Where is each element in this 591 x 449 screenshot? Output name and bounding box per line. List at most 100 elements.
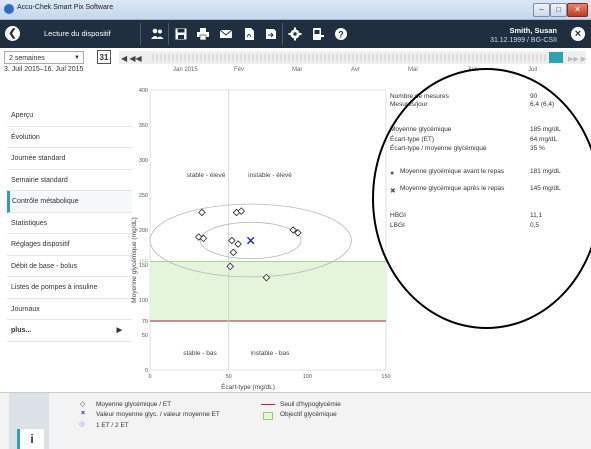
sidebar-item-controle-metabolique[interactable]: Contrôle métabolique: [7, 191, 132, 213]
y-tick-label: 400: [139, 88, 148, 94]
date-range: 3. Juil 2015–16. Juil 2015: [4, 66, 84, 73]
help-icon[interactable]: ?: [334, 27, 348, 41]
sidebar-item-evolution[interactable]: Évolution: [7, 127, 132, 148]
toolbar-divider: [282, 23, 283, 45]
triangle-right-icon: ▶: [116, 327, 122, 334]
users-icon[interactable]: [150, 27, 164, 41]
ellipse-icon: ◎: [79, 421, 86, 428]
target-swatch: [263, 412, 273, 420]
sidebar-item-label: Aperçu: [11, 112, 34, 119]
legend-ellipses: 1 ET / 2 ET: [96, 422, 129, 429]
info-icon[interactable]: i: [17, 429, 44, 449]
x-tick-label: 100: [303, 374, 312, 380]
sidebar-item-plus[interactable]: plus... ▶: [7, 320, 132, 342]
maximize-button[interactable]: □: [550, 3, 567, 17]
report-sidebar: Aperçu Évolution Journée standard Semain…: [7, 105, 132, 342]
sidebar-item-debit-de-base-bolus[interactable]: Débit de base - bolus: [7, 256, 132, 277]
x-tick-label: 0: [148, 374, 151, 380]
y-tick-label: 70: [142, 319, 148, 325]
settings-icon[interactable]: [288, 27, 302, 41]
email-icon[interactable]: [219, 27, 233, 41]
svg-text:?: ?: [338, 29, 344, 39]
quadrant-label-bottom-left: stable - bas: [183, 350, 217, 357]
sidebar-item-label: Listes de pompes à insuline: [11, 284, 98, 291]
sidebar-item-label: Réglages dispositif: [11, 241, 70, 248]
y-axis-ticks: 05010015020025030035040070155: [139, 88, 148, 374]
timeline-forward-icon[interactable]: ▶▶ ▶: [568, 56, 586, 63]
screen-title: Lecture du dispositif: [44, 29, 111, 38]
legend-mean-sd: Moyenne glycémique / ET: [96, 401, 172, 408]
sidebar-item-label: Débit de base - bolus: [11, 262, 78, 270]
sidebar-item-statistiques[interactable]: Statistiques: [7, 213, 132, 234]
target-range-band: [150, 261, 386, 321]
timeline-month: Mai: [408, 67, 418, 73]
x-axis-label: Écart-type (mg/dL): [221, 382, 275, 391]
save-icon[interactable]: [174, 27, 188, 41]
close-icon: ×: [574, 28, 582, 40]
chart-legend: i ◇ Moyenne glycémique / ET × Valeur moy…: [0, 392, 591, 449]
legend-target: Objectif glycémique: [280, 411, 337, 418]
device-icon[interactable]: [311, 27, 325, 41]
sidebar-item-journaux[interactable]: Journaux: [7, 299, 132, 320]
arrow-left-icon: ❮: [8, 28, 17, 39]
window-close-button[interactable]: ✕: [567, 3, 588, 17]
timeline-back-icon[interactable]: ◀ ◀◀: [121, 54, 143, 63]
quadrant-label-top-right: instable - élevé: [248, 172, 292, 179]
timeline-ticks: [152, 54, 546, 61]
close-report-button[interactable]: ×: [571, 27, 585, 41]
sidebar-item-semaine-standard[interactable]: Semaine standard: [7, 170, 132, 191]
cross-icon: ×: [81, 410, 86, 417]
y-tick-label: 155: [139, 260, 148, 266]
diamond-icon: ◇: [80, 401, 86, 408]
calendar-button[interactable]: 31: [97, 50, 111, 64]
main-toolbar: ❮ Lecture du dispositif ? Smith, Susan 3…: [0, 20, 591, 48]
pdf-icon[interactable]: [242, 27, 256, 41]
svg-text:◀ ◀◀: ◀ ◀◀: [121, 54, 143, 63]
timeline-month: Juil: [528, 67, 538, 73]
chevron-down-icon: ▼: [74, 55, 80, 61]
sidebar-item-journee-standard[interactable]: Journée standard: [7, 148, 132, 170]
y-tick-label: 350: [139, 123, 148, 129]
y-tick-label: 100: [139, 298, 148, 304]
x-axis-ticks: 0 50 100 150: [148, 374, 390, 380]
timeline-scrubber[interactable]: ◀ ◀◀ ▶▶ ▶: [119, 51, 586, 64]
sidebar-item-apercu[interactable]: Aperçu: [7, 105, 132, 127]
navigation-row: 2 semaines ▼ 31 ◀ ◀◀ ▶▶ ▶: [0, 50, 591, 65]
quadrant-label-top-left: stable - élevé: [187, 172, 226, 179]
export-icon[interactable]: [264, 27, 278, 41]
sidebar-item-listes-pompes[interactable]: Listes de pompes à insuline: [7, 277, 132, 299]
sidebar-item-label: Contrôle métabolique: [12, 198, 79, 205]
app-logo-icon: [4, 4, 14, 14]
metabolic-control-chart: 05010015020025030035040070155 0 50 100 150 …: [131, 88, 391, 391]
back-button[interactable]: ❮: [5, 26, 20, 41]
sidebar-item-label: Semaine standard: [11, 176, 68, 184]
sidebar-item-label: Journaux: [11, 305, 40, 313]
annotation-oval: [372, 68, 591, 329]
period-select[interactable]: 2 semaines ▼: [4, 51, 84, 64]
sidebar-item-label: Évolution: [11, 133, 40, 141]
sidebar-item-reglages-dispositif[interactable]: Réglages dispositif: [7, 234, 132, 256]
plot-area: [149, 89, 387, 371]
timeline-month: Jan 2015: [173, 67, 198, 73]
y-axis-label: Moyenne glycémique (mg/dL): [131, 217, 138, 303]
legend-hypo: Seuil d'hypoglycémie: [280, 401, 341, 408]
sidebar-item-label: Journée standard: [11, 155, 66, 162]
sidebar-item-label: Statistiques: [11, 219, 48, 227]
print-icon[interactable]: [196, 27, 210, 41]
calendar-icon: 31: [99, 53, 109, 62]
timeline-month: Avr: [351, 67, 360, 73]
timeline-month: Mar: [292, 67, 303, 73]
legend-mean-value: Valeur moyenne glyc. / valeur moyenne ET: [96, 411, 220, 418]
y-tick-label: 50: [142, 333, 148, 339]
y-tick-label: 300: [139, 158, 148, 164]
timeline-selection[interactable]: [549, 52, 563, 63]
y-tick-label: 200: [139, 228, 148, 234]
minimize-button[interactable]: –: [533, 3, 550, 17]
quadrant-label-bottom-right: instable - bas: [251, 350, 290, 357]
toolbar-divider: [168, 23, 169, 45]
toolbar-divider: [140, 23, 141, 45]
timeline-month: Fév: [234, 67, 245, 73]
window-titlebar: Accu-Chek Smart Pix Software – □ ✕: [0, 0, 591, 20]
patient-name: Smith, Susan: [509, 26, 557, 35]
x-tick-label: 50: [226, 374, 232, 380]
